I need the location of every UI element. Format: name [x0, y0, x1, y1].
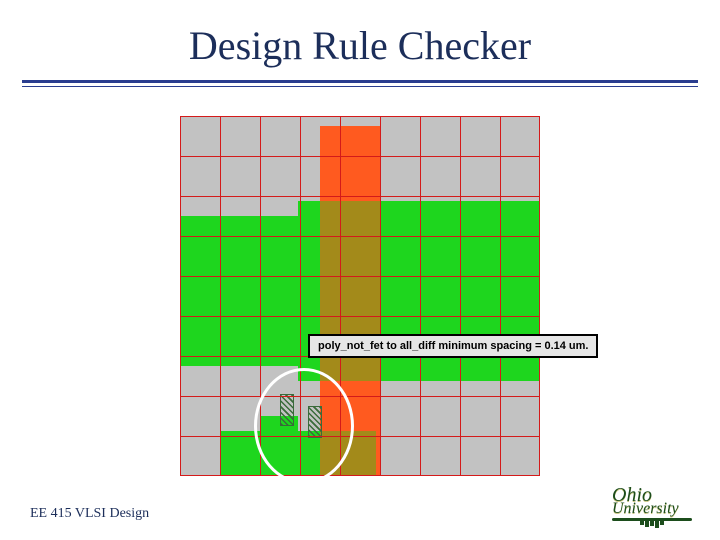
diffusion-region — [180, 216, 298, 366]
footer-course: EE 415 VLSI Design — [30, 506, 149, 522]
drc-error-tooltip: poly_not_fet to all_diff minimum spacing… — [308, 334, 598, 358]
logo-buildings — [612, 520, 692, 528]
gridline — [500, 116, 501, 476]
drc-layout-canvas: poly_not_fet to all_diff minimum spacing… — [180, 116, 540, 476]
gridline — [180, 396, 540, 397]
gridline — [420, 116, 421, 476]
gridline — [180, 116, 181, 476]
rule-thin — [22, 86, 698, 87]
gridline — [460, 116, 461, 476]
gridline — [180, 196, 540, 197]
gridline — [180, 276, 540, 277]
drc-highlight-ellipse — [254, 368, 354, 484]
gridline — [380, 116, 381, 476]
logo-line2: University — [612, 502, 692, 516]
gridline — [180, 116, 540, 117]
rule-thick — [22, 80, 698, 83]
gridline — [180, 156, 540, 157]
slide: Design Rule Checker — [0, 0, 720, 540]
gridline — [180, 236, 540, 237]
gridline — [180, 475, 540, 476]
page-title: Design Rule Checker — [0, 22, 720, 69]
gridline — [180, 316, 540, 317]
gridline — [539, 116, 540, 476]
gridline — [220, 116, 221, 476]
university-logo: Ohio University — [612, 488, 692, 530]
gridline — [180, 436, 540, 437]
